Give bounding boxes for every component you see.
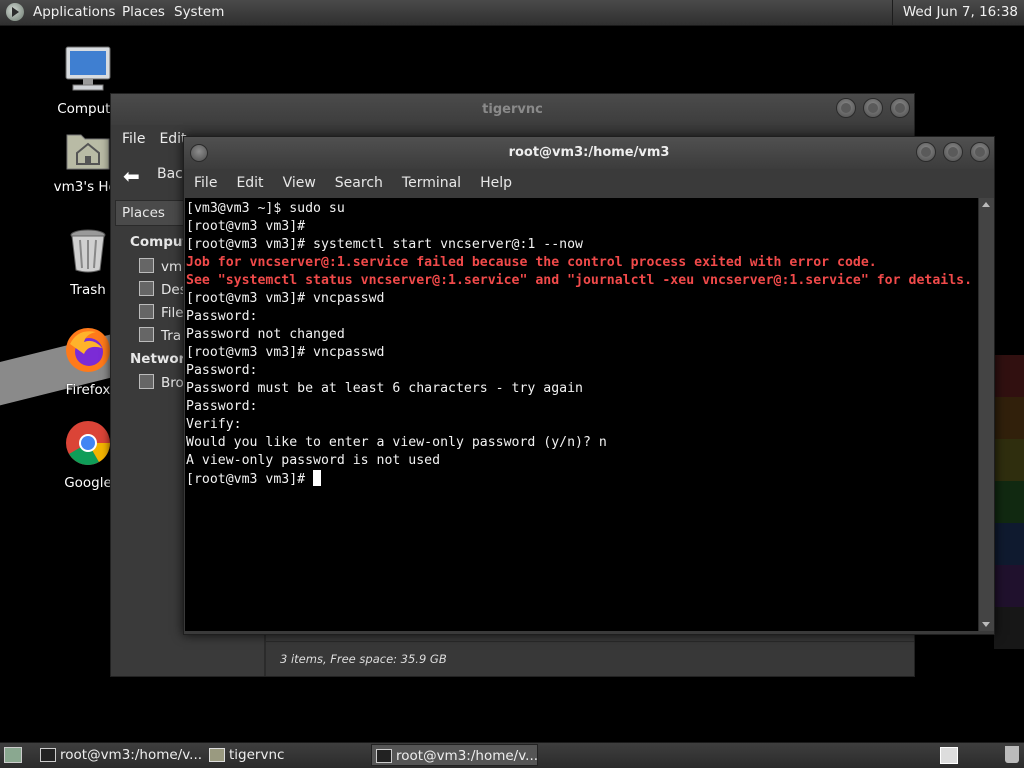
desktop-icon-label: Google [64, 475, 112, 491]
menu-view[interactable]: View [283, 175, 316, 191]
top-panel: Applications Places System Wed Jun 7, 16… [0, 0, 1024, 26]
trash-applet-icon[interactable] [1005, 746, 1019, 763]
terminal-icon [376, 749, 392, 763]
window-title: tigervnc [482, 102, 543, 117]
taskbar-item-tigervnc[interactable]: tigervnc [205, 744, 365, 766]
applications-menu[interactable]: Applications [33, 0, 115, 25]
menu-help[interactable]: Help [480, 175, 512, 191]
terminal-cursor [313, 470, 322, 486]
maximize-button[interactable] [943, 142, 963, 162]
file-manager-toolbar: ⬅ Back [111, 154, 191, 196]
terminal-line: [root@vm3 vm3]# vncpasswd [186, 291, 385, 306]
sidebar-item-desktop[interactable]: Des [139, 281, 187, 298]
drive-icon [139, 304, 154, 319]
desktop-icon-label: Trash [70, 282, 106, 298]
terminal-error-line: See "systemctl status vncserver@:1.servi… [186, 273, 973, 288]
terminal-line: [root@vm3 vm3]# [186, 219, 306, 234]
terminal-screen[interactable]: [vm3@vm3 ~]$ sudo su [root@vm3 vm3]# [ro… [185, 198, 978, 631]
terminal-line: Password: [186, 399, 258, 414]
terminal-prompt: [root@vm3 vm3]# [186, 472, 314, 487]
desktop-icon [139, 281, 154, 296]
terminal-line: Would you like to enter a view-only pass… [186, 435, 607, 450]
taskbar-item-label: root@vm3:/home/v... [60, 747, 203, 763]
scroll-down-icon[interactable] [982, 622, 990, 627]
terminal-line: [root@vm3 vm3]# vncpasswd [186, 345, 385, 360]
menu-file[interactable]: File [194, 175, 217, 191]
close-button[interactable] [890, 98, 910, 118]
back-arrow-icon[interactable]: ⬅ [123, 164, 140, 188]
places-menu[interactable]: Places [122, 0, 165, 25]
desktop-icon-label: Firefox [65, 382, 111, 398]
sidebar-item-trash[interactable]: Tra [139, 327, 181, 344]
folder-icon [209, 748, 225, 762]
file-manager-titlebar[interactable]: tigervnc [111, 94, 914, 125]
terminal-menubar: File Edit View Search Terminal Help [184, 169, 994, 197]
terminal-line: [vm3@vm3 ~]$ sudo su [186, 201, 345, 216]
scroll-up-icon[interactable] [982, 202, 990, 207]
terminal-line: Password not changed [186, 327, 345, 342]
menu-terminal[interactable]: Terminal [402, 175, 461, 191]
terminal-line: Password must be at least 6 characters -… [186, 381, 583, 396]
terminal-window[interactable]: root@vm3:/home/vm3 File Edit View Search Ter… [183, 136, 995, 635]
system-menu[interactable]: System [174, 0, 224, 25]
workspace-switcher[interactable] [940, 747, 958, 764]
sidebar-item-filesystem[interactable]: File [139, 304, 184, 321]
terminal-scrollbar[interactable] [978, 198, 994, 631]
sidebar-item-browse-network[interactable]: Bro [139, 374, 184, 391]
trash-icon [139, 327, 154, 342]
home-icon [139, 258, 154, 273]
menu-file[interactable]: File [122, 131, 145, 147]
terminal-prompt-line[interactable]: [root@vm3 vm3]# [186, 470, 978, 488]
terminal-icon [40, 748, 56, 762]
menu-edit[interactable]: Edit [236, 175, 263, 191]
terminal-error-line: Job for vncserver@:1.service failed beca… [186, 255, 877, 270]
show-desktop-icon[interactable] [4, 747, 22, 763]
close-button[interactable] [970, 142, 990, 162]
minimize-button[interactable] [916, 142, 936, 162]
terminal-line: Password: [186, 309, 258, 324]
taskbar-item-label: tigervnc [229, 747, 285, 763]
maximize-button[interactable] [863, 98, 883, 118]
terminal-titlebar[interactable]: root@vm3:/home/vm3 [184, 137, 994, 169]
taskbar-item-terminal-1[interactable]: root@vm3:/home/v... [36, 744, 203, 766]
bottom-panel: root@vm3:/home/v... tigervnc root@vm3:/h… [0, 742, 1024, 768]
taskbar-item-terminal-2[interactable]: root@vm3:/home/v... [371, 744, 538, 766]
network-icon [139, 374, 154, 389]
window-title: root@vm3:/home/vm3 [508, 145, 670, 160]
minimize-button[interactable] [836, 98, 856, 118]
terminal-line: A view-only password is not used [186, 453, 441, 468]
terminal-line: [root@vm3 vm3]# systemctl start vncserve… [186, 237, 583, 252]
taskbar-item-label: root@vm3:/home/v... [396, 748, 539, 764]
terminal-line: Verify: [186, 417, 242, 432]
computer-icon [38, 45, 138, 97]
wallpaper-rainbow [994, 355, 1024, 655]
menu-search[interactable]: Search [335, 175, 383, 191]
terminal-line: Password: [186, 363, 258, 378]
window-menu-button[interactable] [190, 144, 208, 162]
clock[interactable]: Wed Jun 7, 16:38 [891, 0, 1018, 25]
applications-menu-icon[interactable] [6, 3, 24, 21]
status-bar: 3 items, Free space: 35.9 GB [266, 641, 914, 676]
